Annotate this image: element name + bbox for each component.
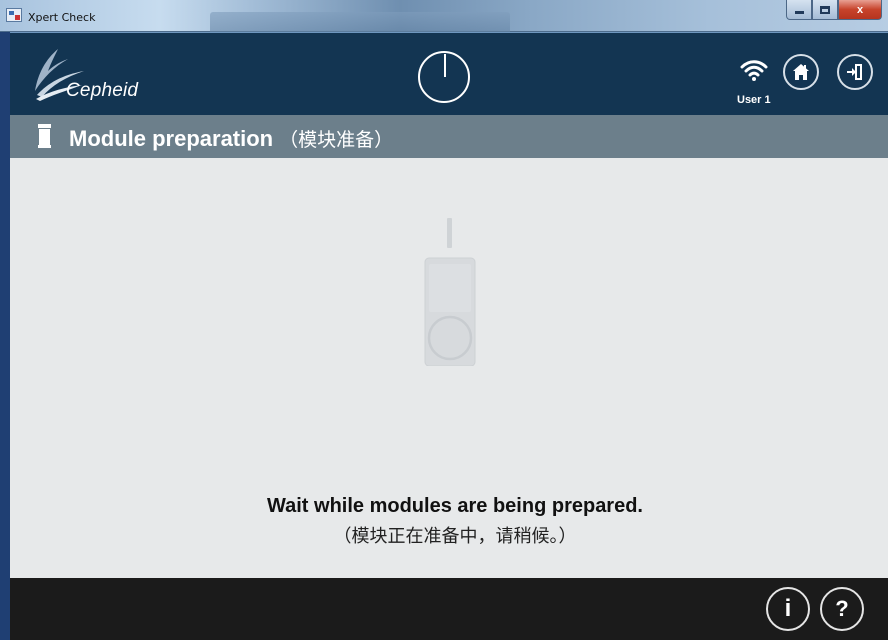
footer-bar: i ?	[10, 578, 888, 640]
user-label: User 1	[737, 94, 771, 106]
logo-text: Cepheid	[66, 80, 139, 101]
module-icon	[38, 124, 51, 148]
exit-icon	[847, 64, 862, 80]
wait-message-sub: （模块正在准备中，请稍候。）	[333, 526, 577, 547]
section-header: Module preparation （模块准备）	[10, 115, 888, 158]
app-header: Cepheid User 1	[10, 33, 888, 115]
timer-icon	[418, 51, 470, 103]
home-button[interactable]	[783, 54, 819, 90]
window-controls: x	[786, 0, 882, 22]
desktop-edge	[0, 30, 10, 640]
wifi-icon	[740, 60, 768, 81]
app-icon	[6, 8, 22, 22]
help-button[interactable]: ?	[820, 587, 864, 631]
title-bar[interactable]: Xpert Check x	[0, 0, 888, 32]
info-icon: i	[784, 595, 792, 622]
main-content: Wait while modules are being prepared. （…	[10, 158, 888, 578]
minimize-icon	[794, 11, 804, 14]
wait-message: Wait while modules are being prepared.	[266, 495, 643, 517]
cartridge-icon	[424, 218, 476, 366]
home-icon	[793, 64, 809, 80]
help-icon: ?	[835, 596, 849, 621]
app-window: Xpert Check x Cepheid User 1 Module prep…	[0, 0, 888, 640]
page-title: Module preparation （模块准备）	[69, 125, 393, 152]
minimize-button[interactable]	[786, 0, 812, 20]
info-button[interactable]: i	[766, 587, 810, 631]
background-window-tab	[210, 12, 510, 32]
logout-button[interactable]	[837, 54, 873, 90]
window-title: Xpert Check	[28, 11, 96, 24]
page-subtitle: （模块准备）	[279, 129, 394, 151]
maximize-button[interactable]	[812, 0, 838, 20]
maximize-icon	[820, 5, 830, 14]
close-icon: x	[856, 3, 864, 16]
page-title-text: Module preparation	[69, 126, 274, 151]
close-button[interactable]: x	[838, 0, 882, 20]
